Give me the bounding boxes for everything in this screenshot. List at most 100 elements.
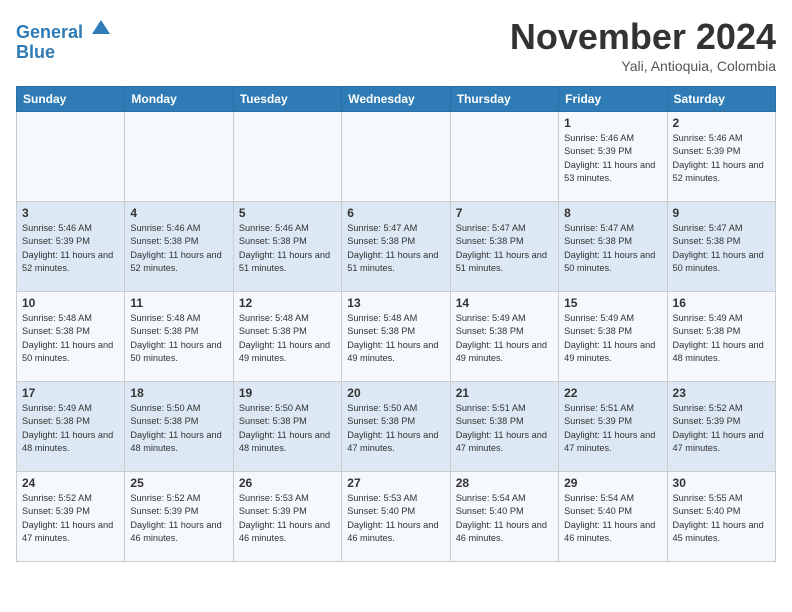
day-number: 29	[564, 476, 661, 490]
day-cell: 6 Sunrise: 5:47 AM Sunset: 5:38 PM Daylig…	[342, 202, 450, 292]
day-number: 18	[130, 386, 227, 400]
week-row-5: 24 Sunrise: 5:52 AM Sunset: 5:39 PM Dayli…	[17, 472, 776, 562]
day-info: Sunrise: 5:46 AM Sunset: 5:39 PM Dayligh…	[564, 132, 661, 185]
day-number: 19	[239, 386, 336, 400]
day-info: Sunrise: 5:50 AM Sunset: 5:38 PM Dayligh…	[347, 402, 444, 455]
day-info: Sunrise: 5:51 AM Sunset: 5:38 PM Dayligh…	[456, 402, 553, 455]
day-number: 11	[130, 296, 227, 310]
calendar-header-row: SundayMondayTuesdayWednesdayThursdayFrid…	[17, 87, 776, 112]
day-info: Sunrise: 5:47 AM Sunset: 5:38 PM Dayligh…	[673, 222, 770, 275]
logo-icon	[90, 16, 112, 38]
day-cell: 25 Sunrise: 5:52 AM Sunset: 5:39 PM Dayli…	[125, 472, 233, 562]
month-title: November 2024	[510, 16, 776, 58]
location: Yali, Antioquia, Colombia	[510, 58, 776, 74]
day-cell: 1 Sunrise: 5:46 AM Sunset: 5:39 PM Daylig…	[559, 112, 667, 202]
day-cell	[233, 112, 341, 202]
day-info: Sunrise: 5:47 AM Sunset: 5:38 PM Dayligh…	[347, 222, 444, 275]
day-number: 8	[564, 206, 661, 220]
day-number: 14	[456, 296, 553, 310]
day-info: Sunrise: 5:53 AM Sunset: 5:40 PM Dayligh…	[347, 492, 444, 545]
page-header: General Blue November 2024 Yali, Antioqu…	[16, 16, 776, 74]
day-cell: 21 Sunrise: 5:51 AM Sunset: 5:38 PM Dayli…	[450, 382, 558, 472]
day-number: 22	[564, 386, 661, 400]
day-info: Sunrise: 5:54 AM Sunset: 5:40 PM Dayligh…	[456, 492, 553, 545]
header-thursday: Thursday	[450, 87, 558, 112]
day-number: 28	[456, 476, 553, 490]
day-cell: 30 Sunrise: 5:55 AM Sunset: 5:40 PM Dayli…	[667, 472, 775, 562]
day-cell: 2 Sunrise: 5:46 AM Sunset: 5:39 PM Daylig…	[667, 112, 775, 202]
day-cell: 5 Sunrise: 5:46 AM Sunset: 5:38 PM Daylig…	[233, 202, 341, 292]
day-cell: 19 Sunrise: 5:50 AM Sunset: 5:38 PM Dayli…	[233, 382, 341, 472]
day-number: 4	[130, 206, 227, 220]
day-info: Sunrise: 5:48 AM Sunset: 5:38 PM Dayligh…	[239, 312, 336, 365]
day-number: 17	[22, 386, 119, 400]
day-cell: 16Sunrise: 5:49 AM Sunset: 5:38 PM Dayli…	[667, 292, 775, 382]
calendar-table: SundayMondayTuesdayWednesdayThursdayFrid…	[16, 86, 776, 562]
day-number: 2	[673, 116, 770, 130]
day-info: Sunrise: 5:47 AM Sunset: 5:38 PM Dayligh…	[564, 222, 661, 275]
day-cell: 10Sunrise: 5:48 AM Sunset: 5:38 PM Dayli…	[17, 292, 125, 382]
day-cell: 13Sunrise: 5:48 AM Sunset: 5:38 PM Dayli…	[342, 292, 450, 382]
day-info: Sunrise: 5:50 AM Sunset: 5:38 PM Dayligh…	[239, 402, 336, 455]
day-number: 5	[239, 206, 336, 220]
day-number: 16	[673, 296, 770, 310]
day-number: 1	[564, 116, 661, 130]
day-info: Sunrise: 5:49 AM Sunset: 5:38 PM Dayligh…	[22, 402, 119, 455]
day-cell: 18 Sunrise: 5:50 AM Sunset: 5:38 PM Dayli…	[125, 382, 233, 472]
day-number: 9	[673, 206, 770, 220]
header-wednesday: Wednesday	[342, 87, 450, 112]
day-cell: 7 Sunrise: 5:47 AM Sunset: 5:38 PM Daylig…	[450, 202, 558, 292]
day-cell: 26 Sunrise: 5:53 AM Sunset: 5:39 PM Dayli…	[233, 472, 341, 562]
day-info: Sunrise: 5:49 AM Sunset: 5:38 PM Dayligh…	[564, 312, 661, 365]
day-number: 3	[22, 206, 119, 220]
day-cell: 24 Sunrise: 5:52 AM Sunset: 5:39 PM Dayli…	[17, 472, 125, 562]
day-info: Sunrise: 5:48 AM Sunset: 5:38 PM Dayligh…	[22, 312, 119, 365]
day-cell	[125, 112, 233, 202]
day-cell	[17, 112, 125, 202]
logo: General Blue	[16, 16, 112, 63]
day-cell: 15 Sunrise: 5:49 AM Sunset: 5:38 PM Dayli…	[559, 292, 667, 382]
day-info: Sunrise: 5:50 AM Sunset: 5:38 PM Dayligh…	[130, 402, 227, 455]
day-cell: 14Sunrise: 5:49 AM Sunset: 5:38 PM Dayli…	[450, 292, 558, 382]
day-number: 24	[22, 476, 119, 490]
day-number: 15	[564, 296, 661, 310]
day-cell: 11 Sunrise: 5:48 AM Sunset: 5:38 PM Dayli…	[125, 292, 233, 382]
day-info: Sunrise: 5:53 AM Sunset: 5:39 PM Dayligh…	[239, 492, 336, 545]
day-cell: 17 Sunrise: 5:49 AM Sunset: 5:38 PM Dayli…	[17, 382, 125, 472]
day-cell: 8 Sunrise: 5:47 AM Sunset: 5:38 PM Daylig…	[559, 202, 667, 292]
day-number: 27	[347, 476, 444, 490]
header-friday: Friday	[559, 87, 667, 112]
week-row-2: 3Sunrise: 5:46 AM Sunset: 5:39 PM Daylig…	[17, 202, 776, 292]
day-number: 26	[239, 476, 336, 490]
header-sunday: Sunday	[17, 87, 125, 112]
day-info: Sunrise: 5:55 AM Sunset: 5:40 PM Dayligh…	[673, 492, 770, 545]
day-cell: 27 Sunrise: 5:53 AM Sunset: 5:40 PM Dayli…	[342, 472, 450, 562]
day-cell: 23Sunrise: 5:52 AM Sunset: 5:39 PM Dayli…	[667, 382, 775, 472]
day-number: 30	[673, 476, 770, 490]
day-number: 25	[130, 476, 227, 490]
day-number: 23	[673, 386, 770, 400]
day-info: Sunrise: 5:46 AM Sunset: 5:39 PM Dayligh…	[673, 132, 770, 185]
day-info: Sunrise: 5:52 AM Sunset: 5:39 PM Dayligh…	[130, 492, 227, 545]
day-info: Sunrise: 5:47 AM Sunset: 5:38 PM Dayligh…	[456, 222, 553, 275]
day-info: Sunrise: 5:48 AM Sunset: 5:38 PM Dayligh…	[347, 312, 444, 365]
title-block: November 2024 Yali, Antioquia, Colombia	[510, 16, 776, 74]
day-info: Sunrise: 5:46 AM Sunset: 5:38 PM Dayligh…	[239, 222, 336, 275]
week-row-1: 1 Sunrise: 5:46 AM Sunset: 5:39 PM Daylig…	[17, 112, 776, 202]
day-info: Sunrise: 5:48 AM Sunset: 5:38 PM Dayligh…	[130, 312, 227, 365]
day-info: Sunrise: 5:54 AM Sunset: 5:40 PM Dayligh…	[564, 492, 661, 545]
day-cell: 22Sunrise: 5:51 AM Sunset: 5:39 PM Dayli…	[559, 382, 667, 472]
day-number: 21	[456, 386, 553, 400]
day-cell: 20Sunrise: 5:50 AM Sunset: 5:38 PM Dayli…	[342, 382, 450, 472]
day-number: 6	[347, 206, 444, 220]
day-number: 12	[239, 296, 336, 310]
week-row-4: 17 Sunrise: 5:49 AM Sunset: 5:38 PM Dayli…	[17, 382, 776, 472]
day-info: Sunrise: 5:52 AM Sunset: 5:39 PM Dayligh…	[22, 492, 119, 545]
week-row-3: 10Sunrise: 5:48 AM Sunset: 5:38 PM Dayli…	[17, 292, 776, 382]
day-cell	[450, 112, 558, 202]
day-cell: 9 Sunrise: 5:47 AM Sunset: 5:38 PM Daylig…	[667, 202, 775, 292]
day-cell: 3Sunrise: 5:46 AM Sunset: 5:39 PM Daylig…	[17, 202, 125, 292]
day-number: 7	[456, 206, 553, 220]
header-saturday: Saturday	[667, 87, 775, 112]
logo-blue: Blue	[16, 42, 55, 62]
